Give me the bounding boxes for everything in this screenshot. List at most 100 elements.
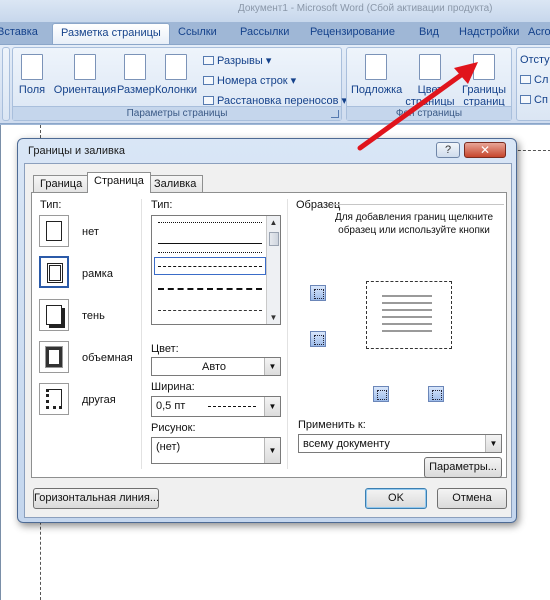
preview-text-line bbox=[382, 295, 432, 297]
tab-borders[interactable]: Граница bbox=[33, 175, 90, 193]
art-label: Рисунок: bbox=[151, 422, 196, 434]
preview-description: Для добавления границ щелкните образец и… bbox=[334, 212, 494, 236]
indent-right-label: Сп bbox=[534, 94, 548, 106]
color-value: Авто bbox=[202, 361, 226, 373]
indent-left[interactable]: Сл bbox=[520, 74, 548, 86]
horizontal-line-button[interactable]: Горизонтальная линия... bbox=[33, 488, 159, 509]
color-dropdown[interactable]: Авто ▼ bbox=[151, 357, 281, 376]
window-title-bar: Документ1 - Microsoft Word (Сбой активац… bbox=[0, 0, 550, 22]
page-border-panel: Тип: нет рамка тень объемная другая Тип: bbox=[31, 192, 507, 478]
setting-box-icon bbox=[47, 263, 63, 283]
margins-icon bbox=[21, 54, 43, 80]
ribbon-tabs: Вставка Разметка страницы Ссылки Рассылк… bbox=[0, 22, 550, 44]
tab-page-layout[interactable]: Разметка страницы bbox=[52, 23, 170, 44]
chevron-down-icon[interactable]: ▼ bbox=[264, 438, 280, 463]
line-numbers-button[interactable]: Номера строк ▾ bbox=[203, 74, 296, 87]
borders-and-shading-dialog: Границы и заливка ? ✕ Граница Страница З… bbox=[17, 138, 517, 523]
tab-addins[interactable]: Надстройки bbox=[459, 26, 519, 38]
setting-shadow[interactable] bbox=[39, 299, 69, 331]
columns-button[interactable]: Колонки bbox=[153, 54, 199, 96]
tab-page-border[interactable]: Страница bbox=[87, 172, 151, 193]
setting-none-label: нет bbox=[82, 226, 99, 238]
setting-3d[interactable] bbox=[39, 341, 69, 373]
chevron-down-icon[interactable]: ▼ bbox=[264, 358, 280, 375]
setting-box[interactable] bbox=[39, 256, 69, 288]
setting-none-icon bbox=[46, 221, 62, 241]
chevron-down-icon[interactable]: ▼ bbox=[485, 435, 501, 452]
preview-text-line bbox=[382, 323, 432, 325]
apply-to-label: Применить к: bbox=[298, 419, 366, 431]
orientation-label: Ориентация bbox=[53, 84, 117, 96]
setting-none[interactable] bbox=[39, 215, 69, 247]
preview-text-line bbox=[382, 309, 432, 311]
setting-3d-icon bbox=[45, 346, 63, 368]
setting-shadow-label: тень bbox=[82, 310, 105, 322]
cancel-button[interactable]: Отмена bbox=[437, 488, 507, 509]
page-setup-group-label: Параметры страницы bbox=[13, 106, 341, 120]
tab-mailings[interactable]: Рассылки bbox=[240, 26, 289, 38]
dialog-title: Границы и заливка bbox=[28, 145, 125, 157]
annotation-arrow-icon bbox=[357, 62, 478, 151]
dialog-client: Граница Страница Заливка Тип: нет рамка … bbox=[24, 163, 512, 518]
hyphenation-icon bbox=[203, 96, 214, 105]
line-style-solid[interactable] bbox=[158, 243, 262, 244]
setting-custom[interactable] bbox=[39, 383, 69, 415]
width-line-sample bbox=[208, 406, 256, 407]
size-icon bbox=[124, 54, 146, 80]
line-style-dotted-top[interactable] bbox=[158, 222, 262, 223]
margins-button[interactable]: Поля bbox=[17, 54, 47, 96]
breaks-button[interactable]: Разрывы ▾ bbox=[203, 54, 271, 67]
style-label: Тип: bbox=[151, 199, 173, 211]
line-numbers-label: Номера строк bbox=[217, 75, 288, 87]
left-border-icon[interactable] bbox=[373, 386, 389, 402]
separator bbox=[287, 199, 288, 469]
apply-to-value: всему документу bbox=[303, 438, 390, 450]
apply-to-dropdown[interactable]: всему документу ▼ bbox=[298, 434, 502, 453]
preview-label: Образец bbox=[296, 199, 341, 211]
orientation-button[interactable]: Ориентация bbox=[53, 54, 117, 96]
scroll-down-icon[interactable]: ▼ bbox=[267, 311, 280, 324]
columns-label: Колонки bbox=[155, 84, 197, 96]
top-border-icon[interactable] bbox=[310, 285, 326, 301]
line-style-scrollbar[interactable]: ▲ ▼ bbox=[266, 216, 280, 324]
tab-insert[interactable]: Вставка bbox=[0, 26, 38, 38]
indent-left-icon bbox=[520, 75, 531, 84]
tab-view[interactable]: Вид bbox=[419, 26, 439, 38]
tab-references[interactable]: Ссылки bbox=[178, 26, 217, 38]
line-style-dash-large[interactable] bbox=[158, 288, 262, 290]
ok-button[interactable]: OK bbox=[365, 488, 427, 509]
scroll-up-icon[interactable]: ▲ bbox=[267, 216, 280, 229]
tab-review[interactable]: Рецензирование bbox=[310, 26, 395, 38]
line-style-dotted[interactable] bbox=[158, 252, 262, 253]
breaks-label: Разрывы bbox=[217, 55, 263, 67]
indent-left-label: Сл bbox=[534, 74, 549, 86]
line-style-list[interactable]: ▲ ▼ bbox=[151, 215, 281, 325]
window-title: Документ1 - Microsoft Word (Сбой активац… bbox=[238, 3, 493, 14]
indent-right[interactable]: Сп bbox=[520, 94, 548, 106]
right-border-icon[interactable] bbox=[428, 386, 444, 402]
preview-text-line bbox=[382, 316, 432, 318]
tab-shading[interactable]: Заливка bbox=[147, 175, 204, 193]
preview-diagram[interactable] bbox=[366, 281, 452, 349]
options-button[interactable]: Параметры... bbox=[424, 457, 502, 478]
tab-acrobat[interactable]: Acrobat bbox=[528, 26, 550, 38]
setting-3d-label: объемная bbox=[82, 352, 133, 364]
page-setup-launcher-icon[interactable] bbox=[331, 110, 339, 118]
width-dropdown[interactable]: 0,5 пт ▼ bbox=[151, 396, 281, 417]
scroll-thumb[interactable] bbox=[269, 232, 279, 246]
preview-rule bbox=[332, 204, 504, 205]
line-style-dash-small[interactable] bbox=[158, 266, 262, 267]
line-style-dash-dot[interactable] bbox=[158, 310, 262, 311]
size-button[interactable]: Размер bbox=[117, 54, 155, 96]
separator bbox=[141, 199, 142, 469]
chevron-down-icon[interactable]: ▼ bbox=[264, 397, 280, 416]
preview-text-line bbox=[382, 330, 432, 332]
bottom-border-icon[interactable] bbox=[310, 331, 326, 347]
indent-right-icon bbox=[520, 95, 531, 104]
ribbon-group-page-setup: Поля Ориентация Размер Колонки Разрывы ▾… bbox=[12, 47, 347, 121]
ribbon-group-left-edge bbox=[2, 47, 10, 121]
columns-icon bbox=[165, 54, 187, 80]
preview-text-line bbox=[382, 302, 432, 304]
art-dropdown[interactable]: (нет) ▼ bbox=[151, 437, 281, 464]
breaks-icon bbox=[203, 56, 214, 65]
